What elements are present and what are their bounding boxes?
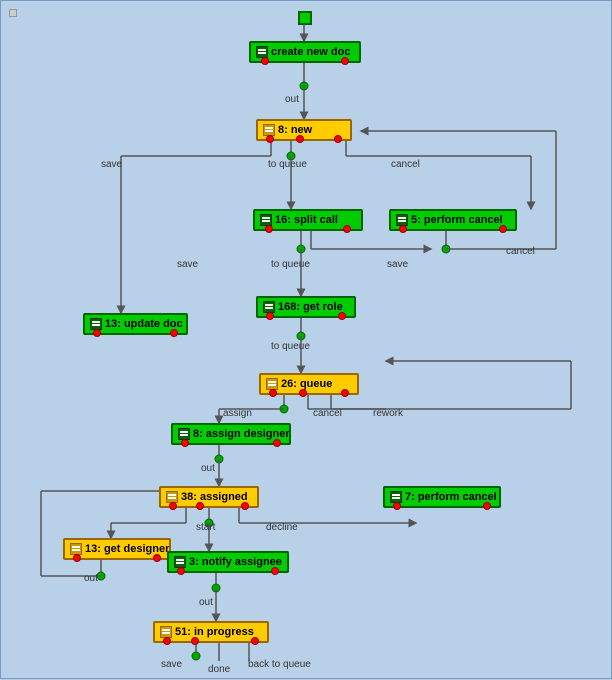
node-7-perform-cancel[interactable]: 7: perform cancel [383, 486, 501, 508]
label-decline: decline [266, 522, 298, 533]
dot-right-51progress [251, 637, 259, 645]
node-label-16-split: 16: split call [275, 214, 338, 226]
dot-left-26queue [269, 389, 277, 397]
node-label-26-queue: 26: queue [281, 378, 332, 390]
dot-left-16split [265, 225, 273, 233]
dot-mid-38assigned [196, 502, 204, 510]
label-to-queue3: to queue [271, 341, 310, 352]
dot-right-16split [343, 225, 351, 233]
node-38-assigned[interactable]: 38: assigned [159, 486, 259, 508]
label-cancel3: cancel [313, 408, 342, 419]
dot-left-8new [266, 135, 274, 143]
corner-marker-tl [9, 9, 17, 17]
label-cancel2: cancel [506, 246, 535, 257]
label-back-to-queue: back to queue [248, 659, 311, 670]
dot-right-5cancel [499, 225, 507, 233]
node-label-168-role: 168: get role [278, 301, 343, 313]
node-8-new[interactable]: 8: new [256, 119, 352, 141]
dot-mid-8new [296, 135, 304, 143]
node-51-in-progress[interactable]: 51: in progress [153, 621, 269, 643]
label-start1: start [196, 522, 215, 533]
dot-left-5cancel [399, 225, 407, 233]
dot-left-3notify [177, 567, 185, 575]
dot-right-38assigned [241, 502, 249, 510]
label-save4: save [161, 659, 182, 670]
label-to-queue2: to queue [271, 259, 310, 270]
dot-left-8assign [181, 439, 189, 447]
node-8-assign-designer[interactable]: 8: assign designer [171, 423, 291, 445]
node-26-queue[interactable]: 26: queue [259, 373, 359, 395]
dot-right-8assign [273, 439, 281, 447]
dot-right-create [341, 57, 349, 65]
node-label-38-assigned: 38: assigned [181, 491, 248, 503]
workflow-canvas: create new doc out 8: new save to queue … [0, 0, 612, 679]
node-create-new-doc[interactable]: create new doc [249, 41, 361, 63]
dot-left-create [261, 57, 269, 65]
dot-right-8new [334, 135, 342, 143]
node-16-split-call[interactable]: 16: split call [253, 209, 363, 231]
start-node [298, 11, 312, 25]
node-168-get-role[interactable]: 168: get role [256, 296, 356, 318]
dot-right-3notify [271, 567, 279, 575]
node-label-7-cancel: 7: perform cancel [405, 491, 497, 503]
node-label-5-cancel: 5: perform cancel [411, 214, 503, 226]
dot-left-13update [93, 329, 101, 337]
label-save3: save [387, 259, 408, 270]
label-save2: save [177, 259, 198, 270]
label-out2: out [201, 463, 215, 474]
dot-left-7cancel [393, 502, 401, 510]
label-out4: out [199, 597, 213, 608]
label-assign: assign [223, 408, 252, 419]
dot-right-13update [170, 329, 178, 337]
dot-right-26queue [341, 389, 349, 397]
dot-right-168role [338, 312, 346, 320]
label-cancel1: cancel [391, 159, 420, 170]
dot-left-51progress [163, 637, 171, 645]
node-3-notify-assignee[interactable]: 3: notify assignee [167, 551, 289, 573]
dot-right-7cancel [483, 502, 491, 510]
dot-left-168role [266, 312, 274, 320]
node-13-get-designer[interactable]: 13: get designer [63, 538, 171, 560]
dot-right-13designer [153, 554, 161, 562]
label-done: done [208, 664, 230, 675]
node-label-8-new: 8: new [278, 124, 312, 136]
node-label-3-notify: 3: notify assignee [189, 556, 282, 568]
node-label-51-progress: 51: in progress [175, 626, 254, 638]
dot-mid-26queue [299, 389, 307, 397]
label-save1: save [101, 159, 122, 170]
dot-left-13designer [73, 554, 81, 562]
node-label-13-update: 13: update doc [105, 318, 183, 330]
node-label-create: create new doc [271, 46, 350, 58]
node-13-update-doc[interactable]: 13: update doc [83, 313, 188, 335]
dot-left-38assigned [169, 502, 177, 510]
label-out1: out [285, 94, 299, 105]
node-5-perform-cancel[interactable]: 5: perform cancel [389, 209, 517, 231]
label-to-queue1: to queue [268, 159, 307, 170]
dot-mid-51progress [191, 637, 199, 645]
label-out3: out [84, 573, 98, 584]
label-rework: rework [373, 408, 403, 419]
